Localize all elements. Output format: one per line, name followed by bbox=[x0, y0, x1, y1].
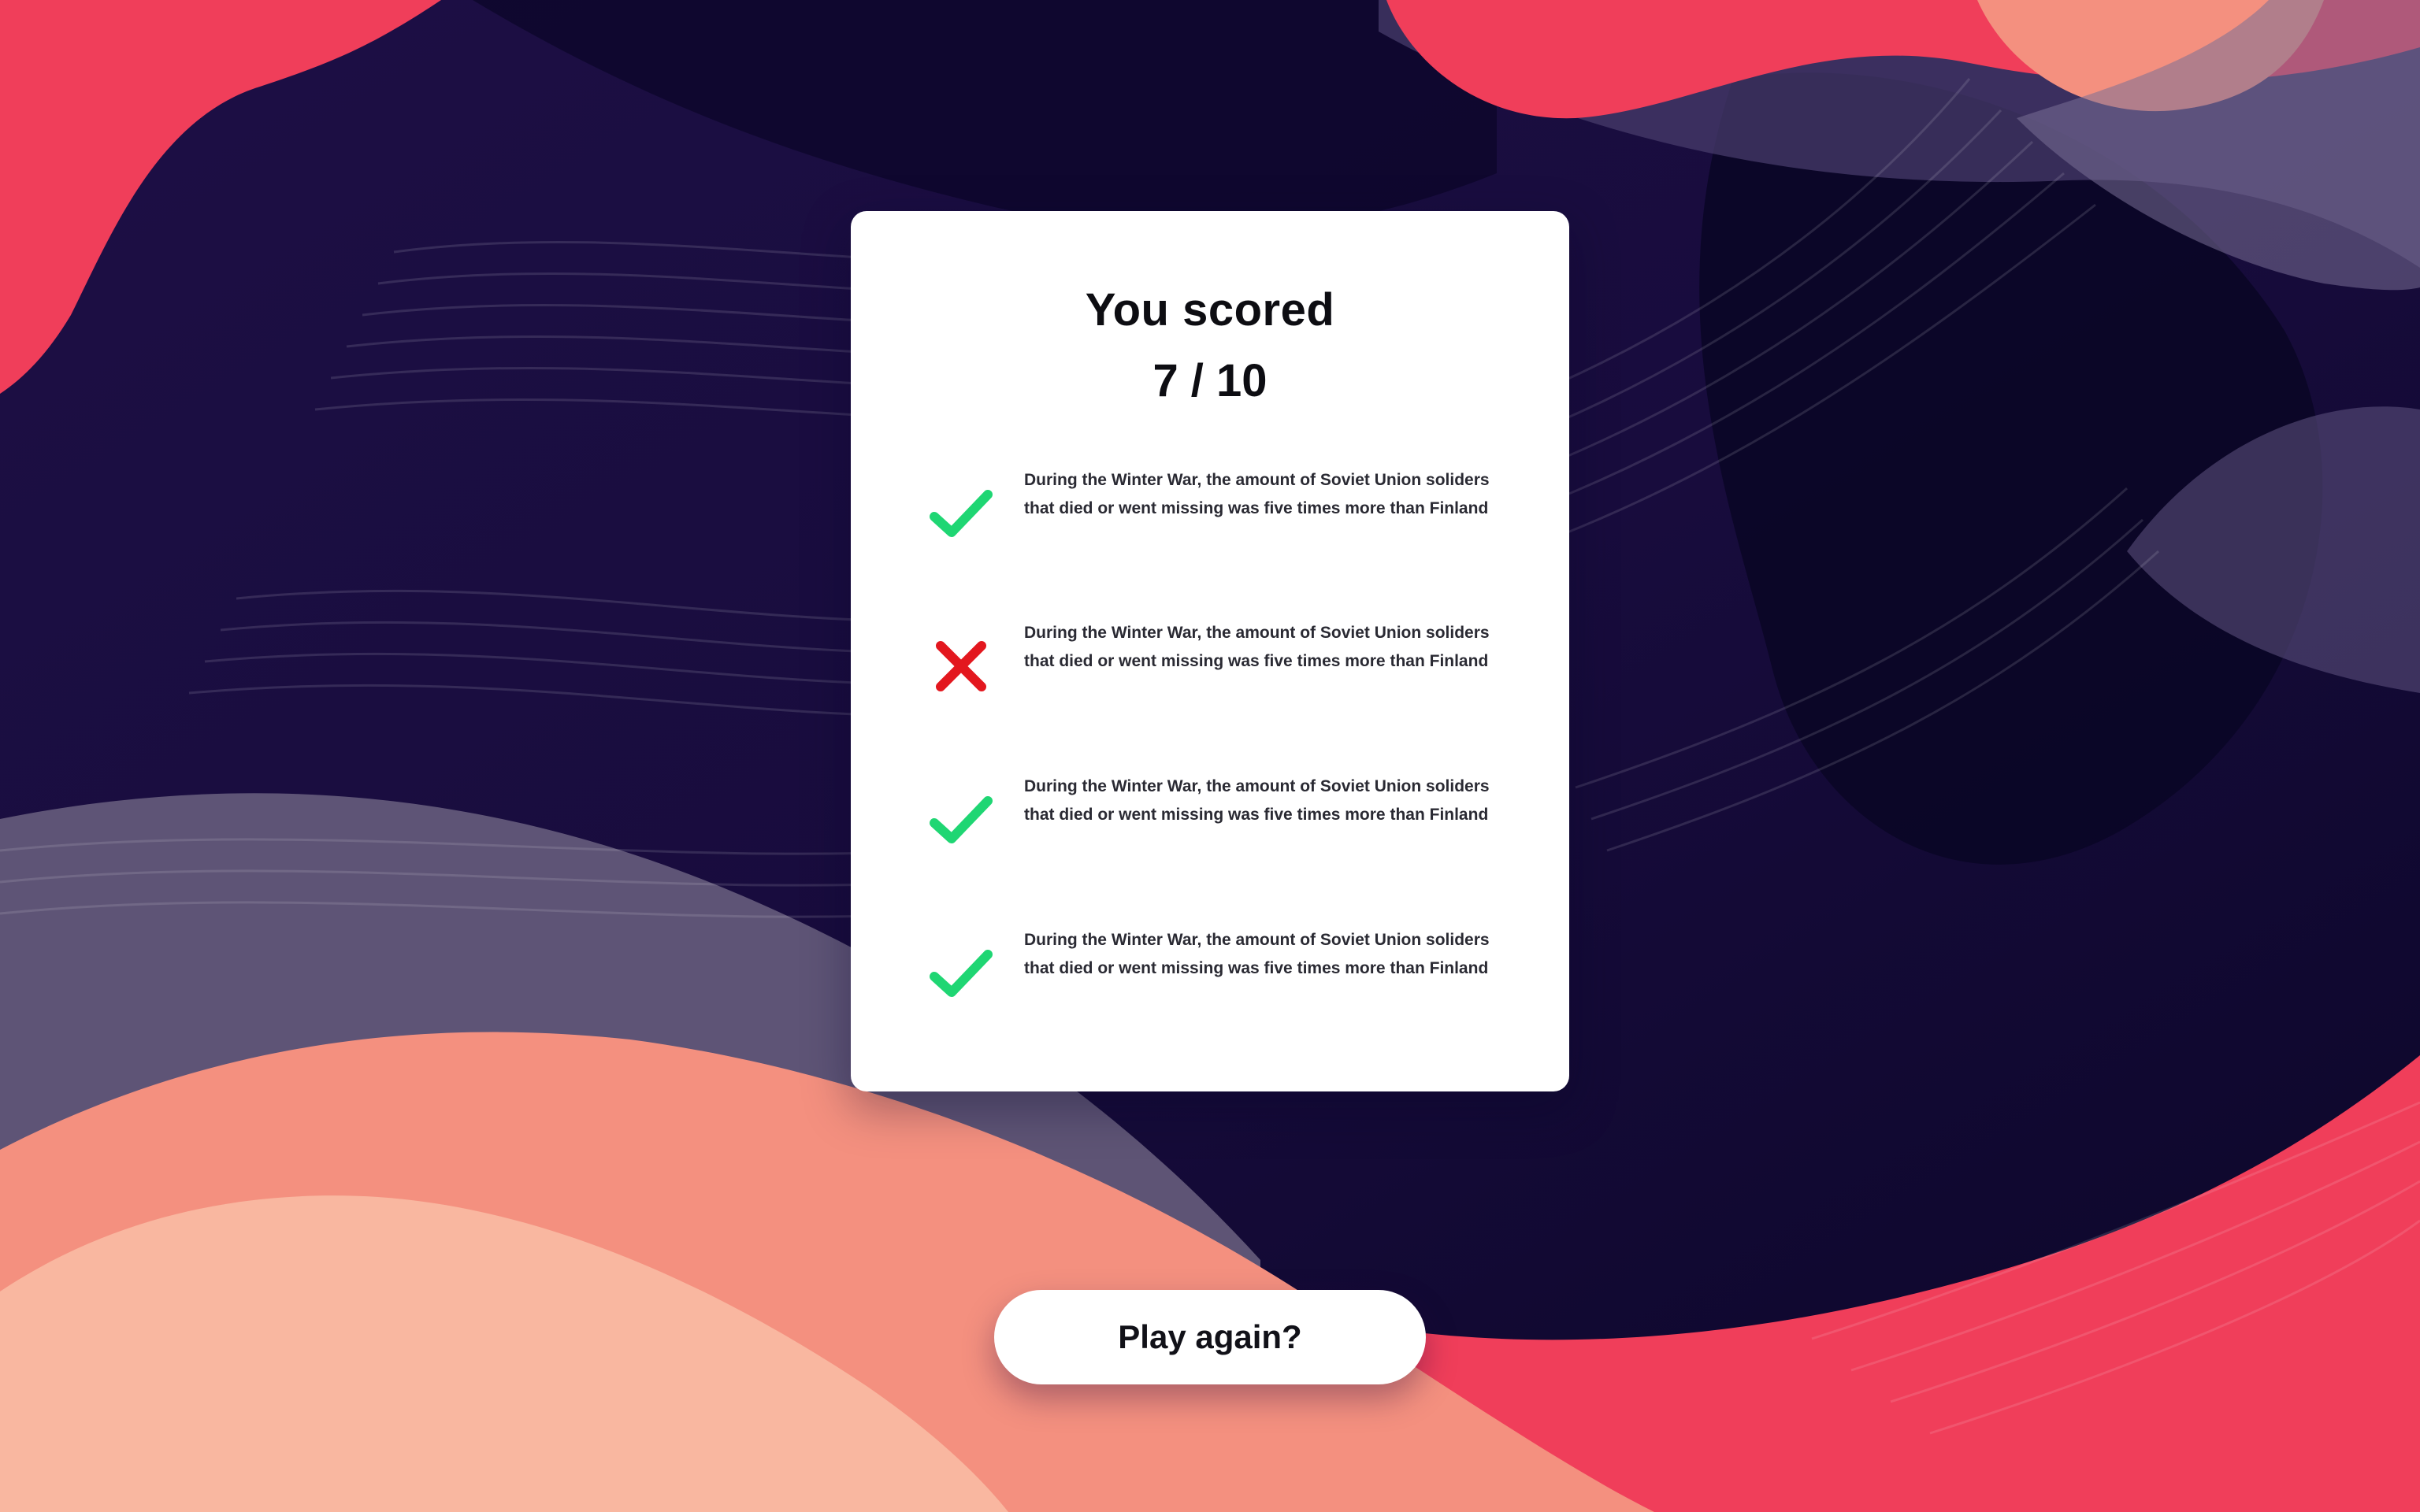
result-text: During the Winter War, the amount of Sov… bbox=[1024, 624, 1490, 670]
result-text: During the Winter War, the amount of Sov… bbox=[1024, 471, 1490, 517]
result-text: During the Winter War, the amount of Sov… bbox=[1024, 777, 1490, 824]
check-icon bbox=[930, 796, 993, 843]
result-item: During the Winter War, the amount of Sov… bbox=[851, 773, 1569, 899]
result-item: During the Winter War, the amount of Sov… bbox=[851, 466, 1569, 592]
score-value: 7 / 10 bbox=[1152, 355, 1268, 406]
play-again-button[interactable]: Play again? bbox=[994, 1290, 1426, 1384]
cross-icon bbox=[936, 641, 986, 691]
check-icon bbox=[930, 490, 993, 537]
page-title: You scored bbox=[1085, 284, 1335, 335]
check-icon bbox=[930, 950, 993, 997]
results-card: You scored 7 / 10 During the Winter War,… bbox=[851, 211, 1569, 1091]
result-item: During the Winter War, the amount of Sov… bbox=[851, 619, 1569, 745]
result-item: During the Winter War, the amount of Sov… bbox=[851, 926, 1569, 1052]
result-text: During the Winter War, the amount of Sov… bbox=[1024, 931, 1490, 977]
